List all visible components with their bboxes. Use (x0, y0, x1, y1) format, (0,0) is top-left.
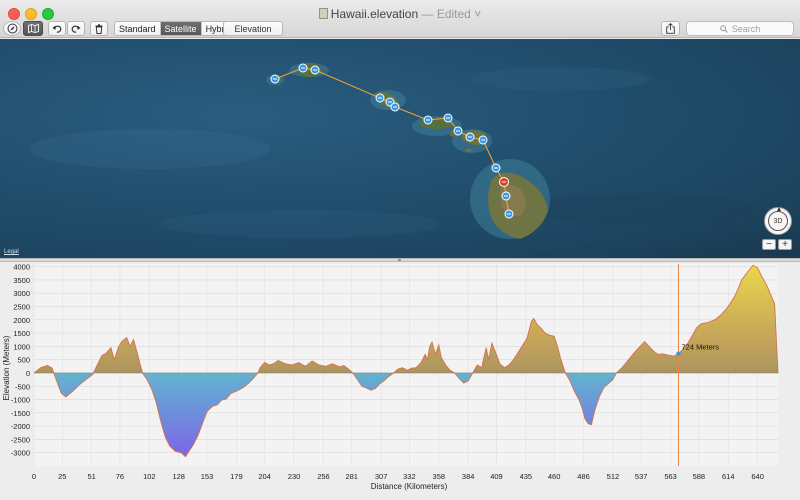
waypoint-pin[interactable] (465, 132, 475, 142)
title-bar: Hawaii.elevation — Edited ˅ Standard Sat… (0, 0, 800, 38)
cursor-marker (676, 351, 681, 356)
x-tick-label: 179 (230, 472, 243, 481)
x-tick-label: 486 (577, 472, 590, 481)
y-tick-label: 3500 (13, 276, 30, 285)
x-tick-label: 307 (375, 472, 388, 481)
zoom-out-button[interactable]: − (762, 239, 776, 250)
compass-icon (7, 23, 17, 34)
y-tick-label: -500 (15, 382, 30, 391)
y-tick-label: 1000 (13, 342, 30, 351)
y-tick-label: -1000 (11, 396, 30, 405)
x-tick-label: 153 (201, 472, 214, 481)
waypoint-pin[interactable] (310, 65, 320, 75)
selected-waypoint-pin[interactable] (499, 177, 509, 187)
search-placeholder: Search (731, 23, 761, 34)
share-button[interactable] (661, 21, 680, 36)
trash-icon (95, 23, 103, 34)
x-tick-label: 512 (607, 472, 620, 481)
waypoint-pin[interactable] (504, 209, 514, 219)
legal-link[interactable]: Legal (4, 249, 19, 255)
document-title[interactable]: Hawaii.elevation — Edited ˅ (0, 7, 800, 21)
y-tick-label: -1500 (11, 409, 30, 418)
search-field[interactable]: Search (686, 21, 794, 36)
satellite-map[interactable]: Legal (0, 39, 800, 258)
y-axis-label: Elevation (Meters) (2, 335, 11, 400)
x-tick-label: 0 (32, 472, 36, 481)
waypoint-pin[interactable] (423, 115, 433, 125)
elevation-chart[interactable]: 724 Meters 4000 3500 3000 2500 2000 1500 1000 5… (0, 262, 800, 494)
x-tick-label: 204 (258, 472, 271, 481)
redo-icon (71, 25, 81, 33)
map-view-button[interactable] (23, 21, 43, 36)
map-type-standard[interactable]: Standard (115, 22, 161, 35)
north-indicator-icon (777, 207, 781, 211)
x-tick-label: 332 (403, 472, 416, 481)
y-tick-label: 4000 (13, 263, 30, 272)
x-tick-label: 102 (143, 472, 156, 481)
map-type-satellite[interactable]: Satellite (160, 22, 202, 35)
x-tick-label: 640 (751, 472, 764, 481)
elevation-chart-canvas: 724 Meters 40003500300025002000150010005… (2, 263, 779, 491)
x-tick-label: 614 (722, 472, 735, 481)
x-tick-label: 51 (87, 472, 95, 481)
edited-status: — Edited (421, 7, 471, 21)
elevation-button[interactable]: Elevation (223, 21, 283, 36)
x-tick-label: 25 (58, 472, 66, 481)
map-canvas (30, 62, 750, 239)
document-name: Hawaii.elevation (330, 7, 419, 21)
waypoint-pin[interactable] (443, 113, 453, 123)
x-tick-label: 256 (317, 472, 330, 481)
delete-button[interactable] (90, 21, 108, 36)
redo-button[interactable] (67, 21, 85, 36)
map-type-segmented-control: Standard Satellite Hybrid (114, 21, 237, 36)
x-tick-label: 460 (548, 472, 561, 481)
waypoint-pin[interactable] (390, 102, 400, 112)
x-tick-label: 563 (664, 472, 677, 481)
waypoint-pin[interactable] (501, 191, 511, 201)
waypoint-pin[interactable] (478, 135, 488, 145)
compass-button[interactable] (3, 21, 21, 36)
undo-button[interactable] (48, 21, 66, 36)
map-compass-button[interactable]: 3D (764, 207, 792, 235)
x-tick-label: 128 (172, 472, 185, 481)
x-tick-label: 281 (345, 472, 358, 481)
x-tick-label: 409 (490, 472, 503, 481)
y-tick-label: 500 (17, 356, 30, 365)
title-chevron-icon: ˅ (474, 7, 482, 21)
undo-icon (52, 25, 62, 33)
waypoint-pin[interactable] (491, 163, 501, 173)
document-icon (318, 8, 328, 19)
cursor-value-label: 724 Meters (681, 343, 719, 352)
y-tick-label: -3000 (11, 449, 30, 458)
app-window: Hawaii.elevation — Edited ˅ Standard Sat… (0, 0, 800, 500)
x-tick-label: 230 (288, 472, 301, 481)
x-axis-label: Distance (Kilometers) (371, 482, 448, 491)
waypoint-pin[interactable] (453, 126, 463, 136)
x-tick-label: 588 (693, 472, 706, 481)
waypoint-pin[interactable] (298, 63, 308, 73)
y-tick-label: 1500 (13, 329, 30, 338)
x-tick-label: 384 (462, 472, 475, 481)
map-icon (27, 24, 39, 33)
y-tick-label: -2000 (11, 422, 30, 431)
waypoint-pin[interactable] (375, 93, 385, 103)
share-icon (666, 23, 675, 34)
waypoint-pin[interactable] (270, 74, 280, 84)
y-tick-label: 3000 (13, 289, 30, 298)
y-tick-label: -2500 (11, 435, 30, 444)
divider-handle-icon (398, 259, 401, 261)
search-icon (719, 24, 728, 33)
x-tick-label: 537 (635, 472, 648, 481)
x-tick-label: 358 (433, 472, 446, 481)
y-tick-label: 0 (26, 369, 30, 378)
y-tick-label: 2500 (13, 303, 30, 312)
x-tick-label: 435 (520, 472, 533, 481)
compass-3d-label: 3D (768, 211, 788, 231)
x-tick-label: 76 (116, 472, 124, 481)
y-tick-label: 2000 (13, 316, 30, 325)
zoom-in-button[interactable]: + (778, 239, 792, 250)
